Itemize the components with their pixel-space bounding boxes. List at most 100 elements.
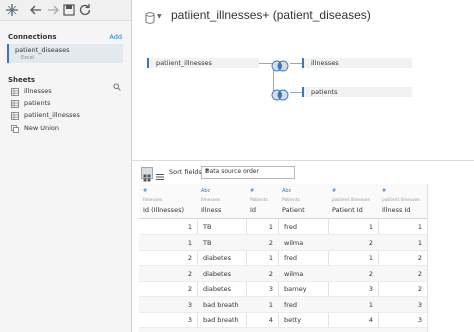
canvas-table-patients[interactable]: patients (302, 87, 412, 97)
save-icon[interactable] (61, 2, 77, 18)
string-type-icon[interactable]: Abc (201, 188, 210, 194)
data-grid: # Illnesses Id (Illnesses) 1 1 2 2 2 3 3 Abc Illnes… (139, 184, 433, 332)
table-cell: wilma (278, 234, 328, 251)
column-header[interactable]: Abc Patients Patient (278, 184, 328, 219)
search-icon[interactable] (113, 76, 121, 91)
table-cell: 2 (139, 265, 197, 282)
table-cell: fred (278, 296, 328, 313)
grid-column: # Illnesses Id (Illnesses) 1 1 2 2 2 3 3 (139, 184, 198, 332)
new-union-icon (11, 125, 19, 133)
column-header[interactable]: # patiient illnesses Illness Id (378, 184, 427, 219)
number-type-icon[interactable]: # (332, 188, 336, 194)
table-cell (139, 327, 197, 332)
sort-fields-select[interactable]: Data source order ▼ (201, 166, 295, 179)
inner-join-icon[interactable] (270, 57, 290, 72)
table-cell: 3 (139, 296, 197, 313)
table-cell: 1 (246, 219, 278, 235)
page-title[interactable]: patiient_illnesses+ (patient_diseases) (171, 8, 371, 22)
table-cell: 2 (378, 265, 427, 282)
grid-column: Abc Illnesses Illness TB TB diabetes diabetes d… (197, 184, 247, 332)
column-name: Patient Id (332, 206, 363, 214)
column-header[interactable]: # Illnesses Id (Illnesses) (139, 184, 197, 219)
connections-title: Connections (8, 33, 57, 41)
table-cell (246, 327, 278, 332)
grid-column: Abc Patients Patient fred wilma fred wilma barn… (278, 184, 329, 332)
connection-type: Excel (21, 55, 35, 61)
table-cell: barney (278, 281, 328, 297)
table-cell: 3 (246, 281, 278, 297)
table-cell: 2 (328, 234, 378, 251)
number-type-icon[interactable]: # (143, 188, 147, 194)
grid-column: # patiient illnesses Patient Id 1 2 1 2 3 1 4 (328, 184, 379, 332)
table-cell: TB (197, 219, 246, 235)
connection-name: patient_diseases (15, 46, 70, 54)
grid-toolbar: Sort fields Data source order ▼ (131, 160, 474, 183)
sheet-label: patients (24, 99, 51, 107)
number-type-icon[interactable]: # (382, 188, 386, 194)
canvas-table-illnesses[interactable]: illnesses (302, 58, 412, 68)
string-type-icon[interactable]: Abc (282, 188, 291, 194)
join-canvas: patiient_illnesses illnesses patients (131, 30, 474, 158)
column-header[interactable]: Abc Illnesses Illness (197, 184, 246, 219)
column-source: patiient illnesses (332, 198, 370, 203)
sheet-table-icon (11, 112, 19, 120)
chevron-down-icon[interactable]: ▼ (157, 13, 162, 20)
table-cell: bad breath (197, 312, 246, 328)
connection-item[interactable]: patient_diseases Excel (7, 44, 123, 63)
sheets-title: Sheets (8, 76, 36, 84)
sheet-label: New Union (24, 124, 60, 132)
table-cell: 1 (246, 296, 278, 313)
join-line (290, 63, 302, 64)
table-cell: 1 (139, 219, 197, 235)
column-source: patiient illnesses (382, 198, 420, 203)
grid-view-icon[interactable] (141, 167, 153, 182)
table-cell: 2 (378, 281, 427, 297)
table-cell: 3 (378, 296, 427, 313)
table-cell: 1 (246, 250, 278, 266)
table-cell: 3 (378, 312, 427, 328)
column-header[interactable]: # Patients Id (246, 184, 278, 219)
chevron-down-icon: ▼ (205, 168, 209, 174)
column-header[interactable]: # patiient illnesses Patient Id (328, 184, 378, 219)
canvas-table-patiient-illnesses[interactable]: patiient_illnesses (147, 58, 259, 68)
table-cell: 2 (246, 234, 278, 251)
table-cell: fred (278, 250, 328, 266)
add-connection-link[interactable]: Add (109, 33, 122, 41)
column-source: Patients (282, 198, 301, 203)
table-cell: 2 (378, 250, 427, 266)
table-cell: 3 (328, 281, 378, 297)
sheet-label: illnesses (24, 87, 52, 95)
grid-column: # patiient illnesses Illness Id 1 1 2 2 2 3 3 (378, 184, 428, 332)
column-name: Illness (201, 206, 222, 214)
table-cell: 1 (378, 219, 427, 235)
column-source: Illnesses (201, 198, 221, 203)
list-view-icon[interactable] (155, 167, 165, 180)
table-cell: 4 (328, 312, 378, 328)
join-line (290, 92, 302, 93)
inner-join-icon[interactable] (270, 86, 290, 101)
table-label: patients (311, 88, 338, 96)
refresh-icon[interactable] (77, 2, 93, 18)
table-cell: 2 (328, 265, 378, 282)
number-type-icon[interactable]: # (250, 188, 254, 194)
table-cell: 2 (139, 250, 197, 266)
table-cell: 1 (328, 296, 378, 313)
table-cell: diabetes (197, 250, 246, 266)
table-cell: bad breath (197, 296, 246, 313)
column-name: Illness Id (382, 206, 411, 214)
column-name: Id (Illnesses) (143, 206, 184, 214)
table-cell (197, 327, 246, 332)
back-arrow-icon[interactable] (28, 2, 44, 18)
toolbar (0, 0, 131, 21)
table-cell: 2 (139, 281, 197, 297)
table-cell: diabetes (197, 281, 246, 297)
table-cell: 1 (378, 234, 427, 251)
tableau-logo-icon[interactable] (4, 2, 20, 18)
data-source-header: ▼ patiient_illnesses+ (patient_diseases) (131, 0, 474, 30)
table-cell: 1 (139, 234, 197, 251)
table-cell: 4 (246, 312, 278, 328)
table-cell: betty (278, 312, 328, 328)
forward-arrow-icon[interactable] (45, 2, 61, 18)
column-name: Patient (282, 206, 305, 214)
database-icon[interactable] (145, 9, 155, 24)
